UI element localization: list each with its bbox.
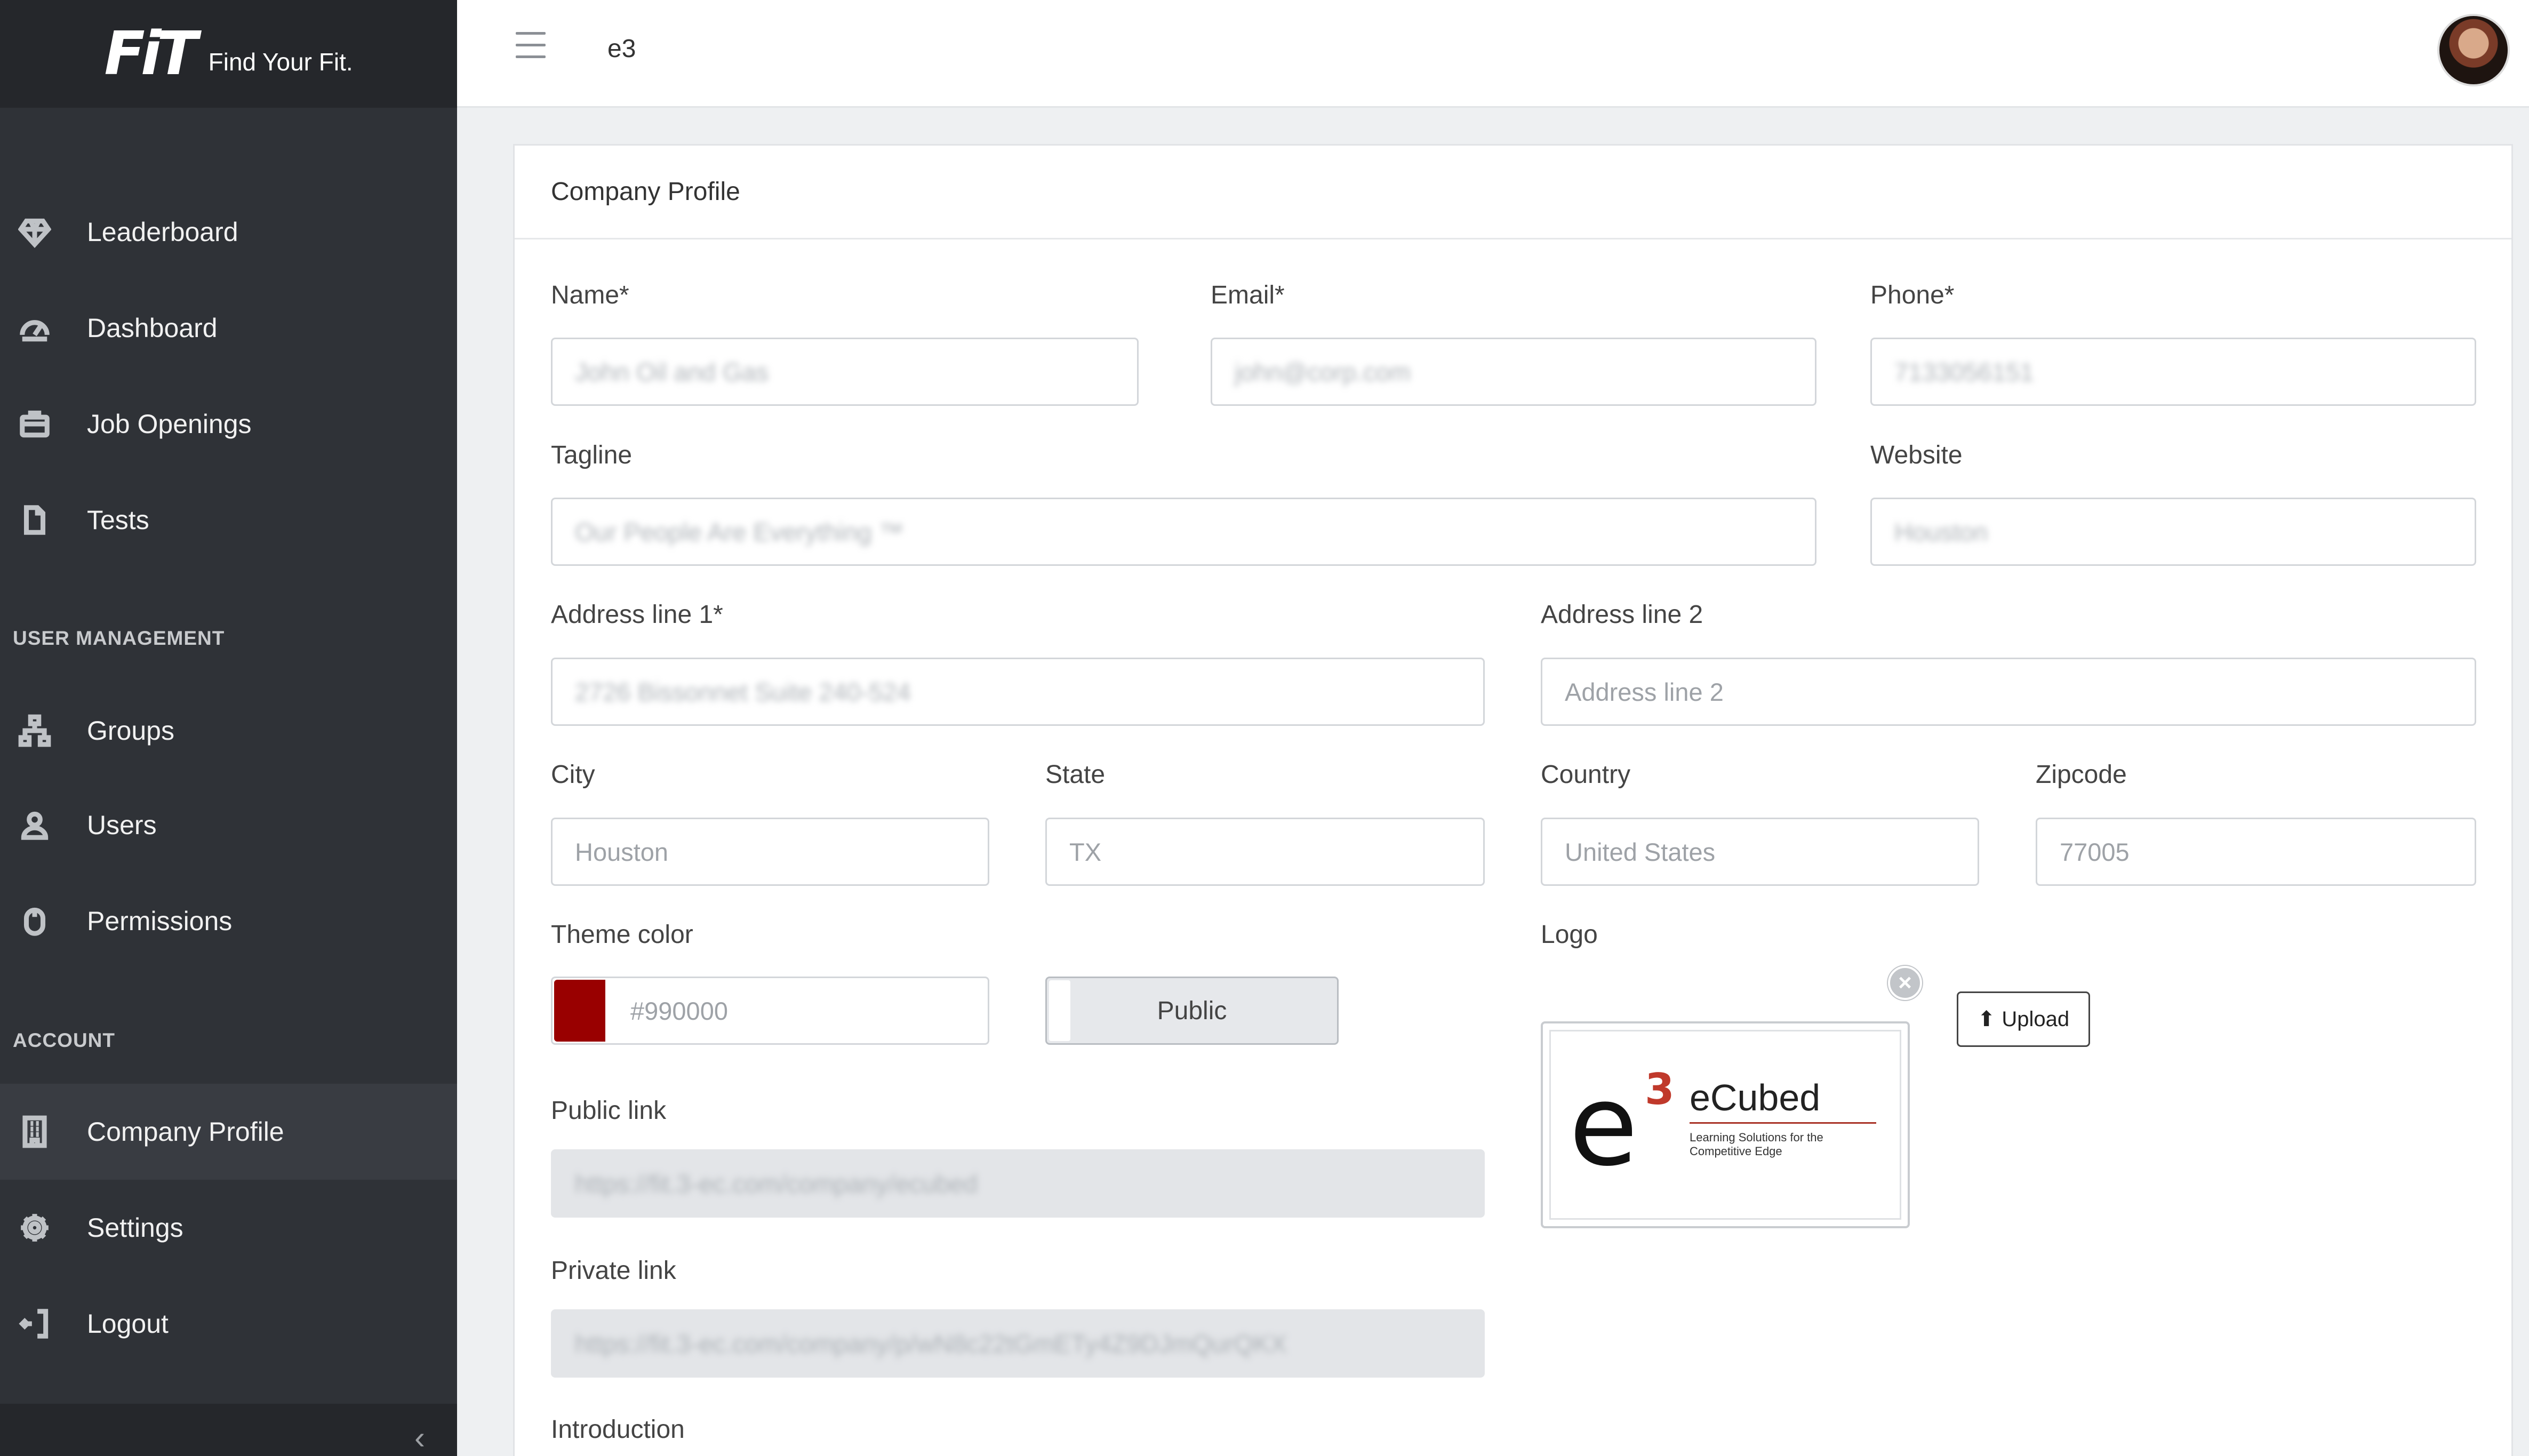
brand-logo[interactable]: FiT Find Your Fit. [0,0,457,108]
sidebar-item-label: Logout [87,1309,169,1339]
sidebar-item-label: Users [87,810,157,840]
theme-color-field[interactable]: #990000 [551,977,989,1045]
user-icon [16,806,53,844]
private-link-label: Private link [551,1257,676,1285]
website-label: Website [1870,441,1963,469]
name-field[interactable]: John Oil and Gas [551,338,1139,406]
address-line-1-label: Address line 1* [551,601,723,629]
country-label: Country [1541,761,1631,789]
public-link-field[interactable]: https://fit.3-ec.com/company/ecubed [551,1149,1485,1218]
color-swatch[interactable] [554,980,605,1042]
diamond-icon [16,213,53,251]
logo-preview: e 3 eCubed Learning Solutions for the Co… [1541,1021,1910,1228]
upload-icon: ⬆ [1977,1007,1996,1031]
city-field[interactable]: Houston [551,818,989,886]
tagline-field[interactable]: Our People Are Everything ™ [551,498,1816,566]
theme-color-label: Theme color [551,921,693,949]
zipcode-field[interactable]: 77005 [2036,818,2476,886]
sidebar-item-label: Permissions [87,906,233,936]
tagline-label: Tagline [551,441,633,469]
menu-toggle-icon[interactable] [516,32,546,64]
speedometer-icon [16,309,53,347]
state-field[interactable]: TX [1045,818,1485,886]
name-label: Name* [551,281,629,309]
gear-icon [16,1209,53,1246]
card-title: Company Profile [515,146,2511,239]
sidebar-item-label: Dashboard [87,313,218,343]
address-line-2-field[interactable]: Address line 2 [1541,658,2476,726]
address-line-2-label: Address line 2 [1541,601,1703,629]
sidebar-item-leaderboard[interactable]: Leaderboard [0,184,457,280]
hierarchy-icon [16,712,53,749]
upload-logo-button[interactable]: ⬆ Upload [1957,991,2090,1047]
website-field[interactable]: Houston [1870,498,2476,566]
sidebar-item-label: Groups [87,716,174,746]
logo-label: Logo [1541,921,1598,949]
email-field[interactable]: john@corp.com [1211,338,1816,406]
country-field[interactable]: United States [1541,818,1979,886]
sidebar-item-settings[interactable]: Settings [0,1180,457,1276]
section-heading-account: ACCOUNT [13,1029,115,1051]
remove-logo-button[interactable]: × [1888,966,1922,1000]
sidebar-item-label: Company Profile [87,1117,284,1147]
private-link-field[interactable]: https://fit.3-ec.com/company/p/wN8c22tGm… [551,1309,1485,1378]
introduction-label: Introduction [551,1415,685,1444]
sidebar-footer: ‹ [0,1404,457,1456]
topbar: e3 [457,0,2529,108]
brand-mark: FiT [104,19,197,89]
logout-icon [16,1305,53,1342]
public-toggle-label: Public [1157,996,1227,1025]
sidebar-item-logout[interactable]: Logout [0,1276,457,1372]
state-label: State [1045,761,1106,789]
company-logo-image: e 3 eCubed Learning Solutions for the Co… [1549,1030,1901,1220]
sidebar-item-job-openings[interactable]: Job Openings [0,376,457,472]
mouse-icon [16,902,53,940]
phone-field[interactable]: 7133056151 [1870,338,2476,406]
company-profile-card: Company Profile Name* John Oil and Gas E… [513,144,2513,1456]
sidebar-item-groups[interactable]: Groups [0,683,457,779]
page-title: e3 [607,35,636,63]
sidebar-item-users[interactable]: Users [0,777,457,873]
collapse-sidebar-icon[interactable]: ‹ [414,1419,425,1456]
toggle-knob [1049,980,1070,1041]
phone-label: Phone* [1870,281,1955,309]
public-toggle[interactable]: Public [1045,977,1339,1045]
sidebar-item-company-profile[interactable]: Company Profile [0,1084,457,1180]
sidebar-item-dashboard[interactable]: Dashboard [0,280,457,376]
sidebar: FiT Find Your Fit. Leaderboard Dashboard… [0,0,457,1456]
section-heading-user-management: USER MANAGEMENT [13,627,225,649]
brand-tagline: Find Your Fit. [208,48,353,76]
document-icon [16,501,53,539]
building-icon [16,1113,53,1150]
city-label: City [551,761,595,789]
sidebar-item-label: Tests [87,505,149,535]
sidebar-item-tests[interactable]: Tests [0,472,457,568]
sidebar-item-permissions[interactable]: Permissions [0,873,457,969]
email-label: Email* [1211,281,1285,309]
public-link-label: Public link [551,1097,667,1125]
avatar[interactable] [2437,14,2510,86]
briefcase-icon [16,405,53,443]
sidebar-item-label: Settings [87,1213,183,1243]
zipcode-label: Zipcode [2036,761,2127,789]
address-line-1-field[interactable]: 2726 Bissonnet Suite 240-524 [551,658,1485,726]
sidebar-item-label: Leaderboard [87,217,238,247]
sidebar-item-label: Job Openings [87,409,252,439]
